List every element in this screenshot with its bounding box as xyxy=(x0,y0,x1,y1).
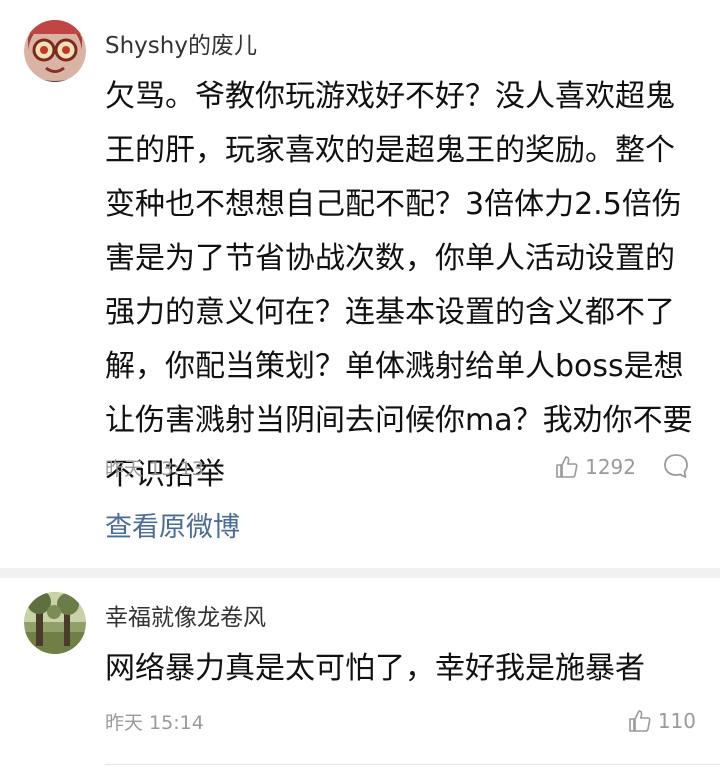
thumbs-up-icon xyxy=(556,456,578,478)
username[interactable]: 幸福就像龙卷风 xyxy=(105,598,266,632)
timestamp: 昨天 15:14 xyxy=(105,712,204,734)
timestamp: 昨天 13:13 xyxy=(105,458,204,480)
divider xyxy=(0,568,720,578)
like-button[interactable]: 1292 xyxy=(555,452,636,482)
username[interactable]: Shyshy的废儿 xyxy=(105,26,257,60)
anime-avatar-image xyxy=(24,20,86,82)
thumbs-up-icon xyxy=(629,710,651,732)
comment-meta: 昨天 15:14 110 xyxy=(0,706,720,736)
comment-meta: 昨天 13:13 1292 xyxy=(0,452,720,482)
speech-bubble-icon[interactable] xyxy=(662,452,690,480)
view-original-weibo-link[interactable]: 查看原微博 xyxy=(105,505,240,544)
divider xyxy=(105,764,720,765)
like-count: 110 xyxy=(657,709,696,733)
like-button[interactable]: 110 xyxy=(628,706,696,736)
forest-avatar-image xyxy=(24,592,86,654)
comment-item: Shyshy的废儿 欠骂。爷教你玩游戏好不好？没人喜欢超鬼王的肝，玩家喜欢的是超… xyxy=(0,0,720,568)
avatar[interactable] xyxy=(24,592,86,654)
avatar[interactable] xyxy=(24,20,86,82)
comment-text: 欠骂。爷教你玩游戏好不好？没人喜欢超鬼王的肝，玩家喜欢的是超鬼王的奖励。整个变种… xyxy=(105,79,693,492)
comment-text: 网络暴力真是太可怕了，幸好我是施暴者 xyxy=(105,651,645,686)
like-count: 1292 xyxy=(585,455,636,479)
comment-item: 幸福就像龙卷风 网络暴力真是太可怕了，幸好我是施暴者 昨天 15:14 110 xyxy=(0,578,720,780)
